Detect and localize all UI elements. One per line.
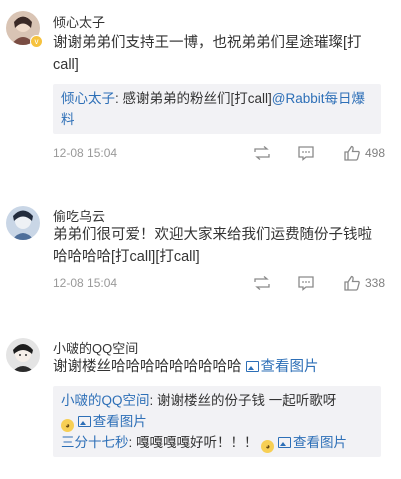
comment-item: 偷吃乌云 弟弟们很可爱！欢迎大家来给我们运费随份子钱啦哈哈哈哈[打call][打…: [0, 170, 401, 310]
reply-text: : 谢谢楼丝的份子钱 一起听歌呀: [149, 393, 337, 408]
reply-author[interactable]: 三分十七秒: [61, 435, 129, 450]
view-picture-link[interactable]: 查看图片: [278, 435, 347, 450]
comment-icon[interactable]: [297, 145, 315, 161]
view-picture-label: 查看图片: [92, 414, 147, 429]
view-picture-link[interactable]: 查看图片: [245, 359, 319, 375]
reply-text: : 嘎嘎嘎嘎好听！！！: [128, 435, 258, 450]
username[interactable]: 倾心太子: [53, 12, 105, 31]
avatar[interactable]: [6, 206, 40, 240]
reply-author[interactable]: 倾心太子: [61, 91, 115, 106]
username[interactable]: 偷吃乌云: [53, 206, 105, 225]
reply-item: 小啵的QQ空间: 谢谢楼丝的份子钱 一起听歌呀 ◕ 查看图片: [61, 390, 373, 432]
like-icon[interactable]: [343, 145, 361, 161]
reply-box: 倾心太子: 感谢弟弟的粉丝们[打call]@Rabbit每日爆料: [53, 84, 381, 134]
comment-text: 谢谢弟弟们支持王一博，也祝弟弟们星途璀璨[打call]: [53, 35, 362, 73]
emoji-icon: ◕: [61, 419, 74, 432]
reply-author[interactable]: 小啵的QQ空间: [61, 393, 150, 408]
comment-meta: 12-08 15:04 498: [53, 145, 393, 163]
repost-icon[interactable]: [253, 275, 271, 291]
emoji-icon: ◕: [261, 440, 275, 453]
repost-icon[interactable]: [253, 145, 271, 161]
picture-icon: [278, 437, 292, 448]
view-picture-link[interactable]: 查看图片: [77, 414, 147, 429]
view-picture-label: 查看图片: [293, 435, 348, 450]
username[interactable]: 小啵的QQ空间: [53, 338, 138, 357]
timestamp: 12-08 15:04: [53, 146, 118, 160]
picture-icon: [77, 416, 91, 427]
like-count: 338: [365, 276, 386, 290]
comment-text: 谢谢楼丝哈哈哈哈哈哈哈哈哈 查看图片: [53, 356, 383, 378]
like-count: 498: [365, 146, 386, 160]
comment-item: 小啵的QQ空间 谢谢楼丝哈哈哈哈哈哈哈哈哈 查看图片 小啵的QQ空间: 谢谢楼丝…: [0, 310, 401, 479]
comment-text-content: 谢谢楼丝哈哈哈哈哈哈哈哈哈: [53, 359, 242, 375]
reply-box: 小啵的QQ空间: 谢谢楼丝的份子钱 一起听歌呀 ◕ 查看图片 三分十七秒: 嘎嘎…: [53, 386, 381, 457]
comment-text: 弟弟们很可爱！欢迎大家来给我们运费随份子钱啦哈哈哈哈[打call][打call]: [53, 227, 372, 265]
comment-item: v 倾心太子 谢谢弟弟们支持王一博，也祝弟弟们星途璀璨[打call] 倾心太子:…: [0, 0, 401, 170]
picture-icon: [245, 361, 259, 372]
timestamp: 12-08 15:04: [53, 276, 118, 290]
verified-badge: v: [30, 35, 43, 48]
reply-item: 三分十七秒: 嘎嘎嘎嘎好听！！！ ◕ 查看图片: [61, 432, 373, 453]
avatar[interactable]: [6, 338, 40, 372]
comment-meta: 12-08 15:04 338: [53, 275, 393, 293]
comment-icon[interactable]: [297, 275, 315, 291]
reply-text: : 感谢弟弟的粉丝们[打call]: [115, 91, 272, 106]
like-icon[interactable]: [343, 275, 361, 291]
view-picture-label: 查看图片: [260, 359, 319, 375]
